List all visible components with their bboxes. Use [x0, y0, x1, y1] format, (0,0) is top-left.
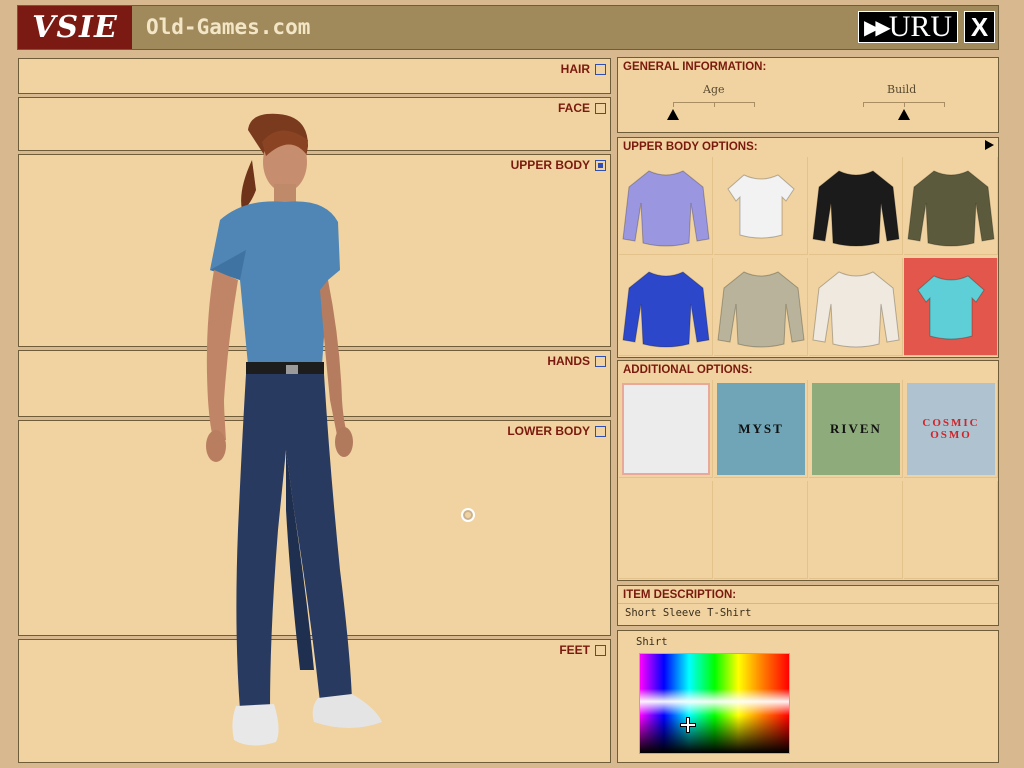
- white-long-sleeve-thumbnail: [812, 271, 900, 348]
- feet-region-label[interactable]: FEET: [559, 643, 606, 657]
- fast-forward-icon: ▶▶: [863, 16, 891, 39]
- hair-region-label[interactable]: HAIR: [561, 62, 606, 76]
- upper-body-options-title: UPPER BODY OPTIONS:: [623, 141, 758, 153]
- hands-region-label[interactable]: HANDS: [547, 354, 606, 368]
- garment-option-lavender-jacket[interactable]: [619, 157, 713, 255]
- garment-option-blue-jacket[interactable]: [619, 258, 713, 356]
- general-information-title: GENERAL INFORMATION:: [623, 61, 767, 73]
- color-target-label: Shirt: [636, 636, 668, 648]
- additional-option-empty-slot: [809, 481, 903, 579]
- color-picker[interactable]: [639, 653, 790, 754]
- garment-option-teal-tshirt[interactable]: [904, 258, 998, 356]
- garment-option-olive-hoodie[interactable]: [904, 157, 998, 255]
- hands-checkbox[interactable]: [595, 355, 606, 367]
- additional-option-riven-logo[interactable]: RIVEN: [809, 380, 903, 478]
- mouse-cursor: [461, 508, 475, 522]
- additional-option-myst-logo[interactable]: MYST: [714, 380, 808, 478]
- cosmic-osmo-logo-thumbnail: COSMIC OSMO: [907, 383, 995, 475]
- white-tank-top-thumbnail: [727, 174, 795, 239]
- build-slider[interactable]: [863, 102, 945, 107]
- close-icon: X: [970, 11, 989, 42]
- hands-label: HANDS: [547, 354, 590, 368]
- cosmic-osmo-logo-text: COSMIC OSMO: [922, 417, 980, 441]
- avatar-figure[interactable]: [190, 110, 400, 750]
- build-slider-thumb[interactable]: [898, 109, 910, 120]
- age-label: Age: [703, 83, 725, 96]
- uru-button-label: URU: [888, 10, 953, 43]
- hair-region[interactable]: HAIR: [18, 58, 611, 94]
- garment-option-white-long-sleeve[interactable]: [809, 258, 903, 356]
- color-panel: Shirt: [617, 630, 999, 763]
- additional-option-blank[interactable]: [619, 380, 713, 478]
- additional-options-panel: ADDITIONAL OPTIONS: MYST RIVEN COSMIC OSMO: [617, 360, 999, 581]
- olive-hoodie-thumbnail: [907, 170, 995, 247]
- black-leather-jacket-thumbnail: [812, 170, 900, 247]
- additional-option-empty-slot: [619, 481, 713, 579]
- face-region-label[interactable]: FACE: [558, 101, 606, 115]
- additional-options-title: ADDITIONAL OPTIONS:: [623, 364, 753, 376]
- site-title: Old-Games.com: [146, 15, 311, 39]
- riven-logo-thumbnail: RIVEN: [812, 383, 900, 475]
- myst-logo-text: MYST: [738, 421, 784, 436]
- title-bar: VSIE Old-Games.com ▶▶ URU X: [17, 5, 999, 50]
- age-slider[interactable]: [673, 102, 755, 107]
- blank-thumbnail: [622, 383, 710, 475]
- face-checkbox[interactable]: [595, 102, 606, 114]
- lower-body-checkbox[interactable]: [595, 425, 606, 437]
- face-label: FACE: [557, 101, 590, 115]
- uru-button[interactable]: ▶▶ URU: [858, 10, 958, 43]
- vsie-logo: VSIE: [18, 6, 132, 49]
- item-description-title: ITEM DESCRIPTION:: [623, 589, 737, 601]
- next-page-arrow-icon[interactable]: [985, 140, 994, 150]
- myst-logo-thumbnail: MYST: [717, 383, 805, 475]
- garment-option-white-tank-top[interactable]: [714, 157, 808, 255]
- upper-body-label: UPPER BODY: [510, 158, 590, 172]
- item-description-text: Short Sleeve T-Shirt: [625, 607, 752, 619]
- lavender-jacket-thumbnail: [622, 170, 710, 247]
- build-label: Build: [887, 83, 917, 96]
- age-slider-thumb[interactable]: [667, 109, 679, 120]
- teal-tshirt-thumbnail: [917, 275, 985, 340]
- hair-checkbox[interactable]: [595, 63, 606, 75]
- feet-checkbox[interactable]: [595, 644, 606, 656]
- item-description-panel: ITEM DESCRIPTION: Short Sleeve T-Shirt: [617, 585, 999, 626]
- grey-sweater-thumbnail: [717, 271, 805, 348]
- blue-jacket-thumbnail: [622, 271, 710, 348]
- feet-label: FEET: [559, 643, 590, 657]
- general-information-panel: GENERAL INFORMATION: Age Build: [617, 57, 999, 133]
- upper-body-checkbox[interactable]: [595, 159, 606, 171]
- upper-body-options-panel: UPPER BODY OPTIONS:: [617, 137, 999, 358]
- riven-logo-text: RIVEN: [830, 421, 882, 436]
- close-button[interactable]: X: [964, 11, 995, 43]
- lower-body-region-label[interactable]: LOWER BODY: [507, 424, 606, 438]
- garment-option-black-leather-jacket[interactable]: [809, 157, 903, 255]
- upper-body-region-label[interactable]: UPPER BODY: [511, 158, 606, 172]
- lower-body-label: LOWER BODY: [507, 424, 590, 438]
- additional-option-empty-slot: [714, 481, 808, 579]
- additional-option-cosmic-osmo-logo[interactable]: COSMIC OSMO: [904, 380, 998, 478]
- hair-label: HAIR: [560, 62, 590, 76]
- garment-option-grey-sweater[interactable]: [714, 258, 808, 356]
- additional-option-empty-slot: [904, 481, 998, 579]
- color-crosshair-icon[interactable]: [680, 717, 696, 733]
